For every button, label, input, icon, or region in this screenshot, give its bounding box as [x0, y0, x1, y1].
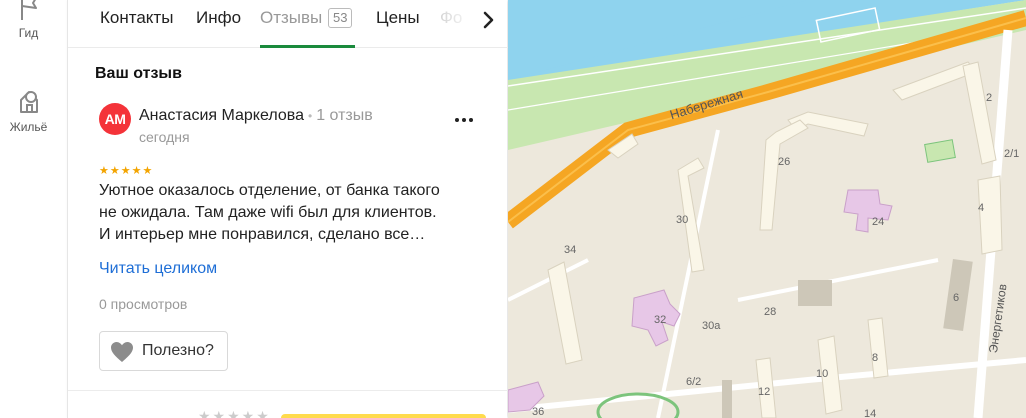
avatar[interactable]: АМ — [99, 103, 131, 135]
house-number: 34 — [564, 244, 577, 256]
author-separator: • — [307, 109, 313, 123]
chevron-right-icon[interactable] — [478, 9, 500, 31]
tab-info[interactable]: Инфо — [196, 8, 241, 28]
flag-icon — [20, 0, 37, 20]
review-rating-stars: ★★★★★ — [99, 165, 154, 177]
rail-item-housing[interactable]: Жильё — [0, 86, 57, 134]
map-canvas — [508, 0, 1026, 418]
map-view[interactable]: Набережная Энергетиков 2 2/1 4 6 8 10 12… — [508, 0, 1026, 418]
house-number: 2/1 — [1004, 148, 1020, 160]
read-more-link[interactable]: Читать целиком — [99, 260, 217, 278]
house-number: 14 — [864, 408, 877, 418]
review-author-line: Анастасия Маркелова • 1 отзыв — [139, 107, 373, 125]
house-number: 12 — [758, 386, 771, 398]
more-options-icon[interactable] — [452, 110, 476, 130]
house-number: 30а — [702, 320, 721, 332]
rail-item-guide-label: Гид — [18, 26, 39, 40]
review-text: Уютное оказалось отделение, от банка так… — [99, 180, 479, 246]
house-number: 30 — [676, 214, 689, 226]
write-review-button[interactable] — [281, 414, 486, 418]
tab-fade — [428, 2, 478, 42]
views-count: 0 просмотров — [99, 296, 188, 312]
house-number: 28 — [764, 306, 777, 318]
place-card-panel: Контакты Инфо Отзывы 53 Цены Фо Ваш отзы… — [67, 0, 508, 418]
author-name[interactable]: Анастасия Маркелова — [139, 107, 304, 124]
helpful-label: Полезно? — [142, 342, 214, 359]
house-number: 2 — [986, 92, 993, 104]
house-number: 8 — [872, 352, 879, 364]
house-number: 26 — [778, 156, 791, 168]
house-number: 36 — [532, 406, 545, 418]
rail-item-housing-label: Жильё — [9, 120, 48, 134]
house-number: 32 — [654, 314, 667, 326]
house-number: 24 — [872, 216, 885, 228]
tab-contacts[interactable]: Контакты — [100, 8, 173, 28]
author-review-count: 1 отзыв — [316, 107, 373, 124]
rate-stars-input[interactable]: ★★★★★ — [198, 408, 271, 418]
heart-icon — [111, 342, 133, 362]
review-text-line: не ожидала. Там даже wifi был для клиент… — [99, 204, 437, 221]
rail-item-guide[interactable]: Гид — [0, 0, 57, 40]
helpful-button[interactable]: Полезно? — [99, 331, 228, 371]
reviews-count-badge: 53 — [328, 8, 353, 28]
tab-reviews[interactable]: Отзывы — [260, 8, 322, 28]
review-text-line: Уютное оказалось отделение, от банка так… — [99, 182, 440, 199]
house-number: 4 — [978, 202, 985, 214]
review-text-line: И интерьер мне понравился, сделано все… — [99, 226, 426, 243]
house-number: 6/2 — [686, 376, 702, 388]
house-number: 6 — [953, 292, 960, 304]
house-number: 10 — [816, 368, 829, 380]
active-tab-indicator — [260, 45, 355, 48]
review-date: сегодня — [139, 129, 190, 145]
section-title: Ваш отзыв — [95, 65, 182, 82]
tab-prices[interactable]: Цены — [376, 8, 420, 28]
divider — [68, 390, 508, 391]
tab-bar: Контакты Инфо Отзывы 53 Цены Фо — [68, 0, 508, 48]
left-rail: Гид Жильё — [0, 0, 57, 418]
house-icon — [19, 91, 38, 113]
